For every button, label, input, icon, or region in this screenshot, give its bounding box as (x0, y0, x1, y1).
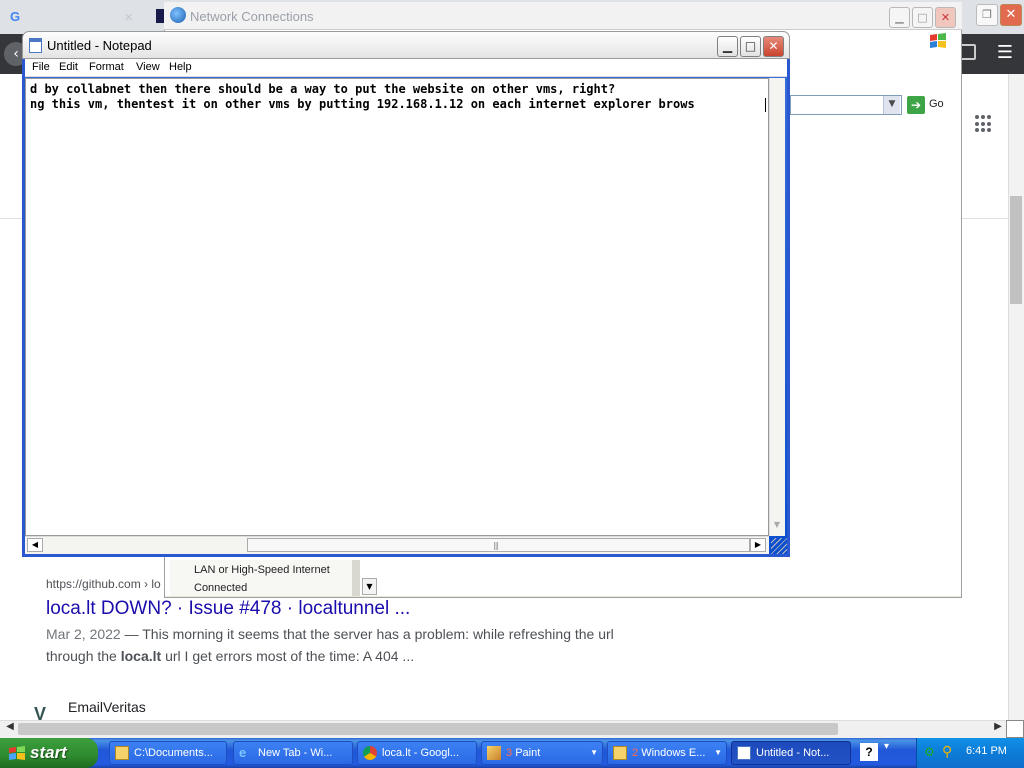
scrollbar-thumb[interactable] (247, 538, 750, 552)
result-title-link[interactable]: loca.lt DOWN? · Issue #478 · localtunnel… (46, 598, 410, 620)
text-line: ng this vm, thentest it on other vms by … (30, 97, 695, 111)
scroll-down-icon[interactable]: ▼ (769, 520, 785, 536)
task-label: Windows E... (641, 747, 706, 759)
text-line: d by collabnet then there should be a wa… (30, 82, 616, 96)
folder-icon (115, 746, 129, 760)
folder-icon (613, 746, 627, 760)
notepad-icon (737, 746, 751, 760)
windows-flag-icon (9, 746, 25, 760)
group-count: 2 (632, 747, 639, 759)
scrollbar-thumb[interactable] (18, 723, 838, 735)
chevron-down-icon: ▼ (590, 748, 598, 757)
resize-grip[interactable] (771, 538, 787, 554)
task-label: C:\Documents... (134, 747, 213, 759)
restore-button[interactable]: ❐ (976, 4, 998, 26)
clock[interactable]: 6:41 PM (966, 745, 1007, 757)
chevron-down-icon[interactable]: ▼ (362, 578, 377, 595)
taskbar-item-paint[interactable]: 3 Paint ▼ (481, 741, 603, 765)
result-snippet: Mar 2, 2022 — This morning it seems that… (46, 626, 646, 642)
window-title: Untitled - Notepad (47, 38, 152, 53)
maximize-button[interactable]: □ (912, 7, 933, 28)
menu-view[interactable]: View (136, 61, 160, 73)
page-vertical-scrollbar[interactable] (1008, 74, 1024, 720)
windows-flag-icon (930, 33, 946, 48)
tab-close-icon[interactable]: ✕ (124, 6, 133, 30)
close-button[interactable]: ✕ (935, 7, 956, 28)
menu-help[interactable]: Help (169, 61, 192, 73)
scrollbar-grip-icon: ||| (493, 541, 499, 550)
task-label: New Tab - Wi... (258, 747, 333, 759)
network-globe-icon (170, 7, 186, 23)
scroll-corner (1006, 720, 1024, 738)
close-button[interactable]: ✕ (763, 36, 784, 57)
search-tray-icon[interactable]: ⚲ (942, 744, 952, 760)
result-url[interactable]: https://github.com › lo (46, 577, 161, 591)
result-date: Mar 2, 2022 (46, 626, 121, 642)
taskbar-item-documents[interactable]: C:\Documents... (109, 741, 227, 765)
dropdown-arrow-icon[interactable]: ▼ (883, 96, 900, 114)
text-caret (765, 98, 766, 112)
taskbar-item-ie[interactable]: e New Tab - Wi... (233, 741, 353, 765)
chrome-icon (363, 746, 377, 760)
window-title: Network Connections (190, 9, 314, 24)
help-icon[interactable]: ? (860, 743, 878, 761)
scrollbar-thumb[interactable] (1010, 196, 1022, 304)
scroll-left-icon[interactable]: ◀ (27, 538, 43, 552)
snippet-bold: loca.lt (120, 648, 162, 664)
go-button[interactable]: Go (929, 98, 944, 110)
task-label: Paint (515, 747, 541, 759)
result-snippet-2: through the loca.lt url I get errors mos… (46, 648, 646, 664)
notepad-icon[interactable] (29, 38, 42, 53)
result-snippet-text: — This morning it seems that the server … (120, 626, 614, 642)
network-tray-icon[interactable]: ⚙ (924, 745, 938, 759)
notepad-vertical-scrollbar[interactable] (769, 78, 785, 536)
close-button[interactable]: ✕ (1000, 4, 1022, 26)
taskbar-item-explorer[interactable]: 2 Windows E... ▼ (607, 741, 727, 765)
snippet-text: url I get errors most of the time: A 404… (161, 648, 415, 664)
maximize-button[interactable]: □ (740, 36, 761, 57)
task-label: loca.lt - Googl... (382, 747, 460, 759)
apps-grid-icon[interactable] (975, 115, 993, 133)
taskbar-item-notepad[interactable]: Untitled - Not... (731, 741, 851, 765)
menu-format[interactable]: Format (89, 61, 124, 73)
next-result-site[interactable]: EmailVeritas (68, 699, 146, 715)
snippet-text: through the (46, 648, 121, 664)
go-arrow-icon[interactable]: ➔ (907, 96, 925, 114)
menu-file[interactable]: File (32, 61, 50, 73)
notepad-text-area[interactable] (25, 78, 769, 536)
lan-category: LAN or High-Speed Internet (194, 564, 330, 576)
menu-edit[interactable]: Edit (59, 61, 78, 73)
chrome-menu-icon[interactable]: ☰ (994, 42, 1016, 64)
scroll-right-icon[interactable]: ▶ (750, 538, 766, 552)
ie-icon: e (239, 745, 247, 760)
minimize-button[interactable]: ▁ (889, 7, 910, 28)
group-count: 3 (506, 747, 513, 759)
minimize-button[interactable]: ▁ (717, 36, 738, 57)
task-label: Untitled - Not... (756, 747, 830, 759)
chrome-tab[interactable]: ✕ (6, 6, 136, 32)
scroll-right-icon[interactable]: ▶ (990, 721, 1006, 732)
extension-icon[interactable] (960, 44, 976, 60)
tray-toggle-icon[interactable]: ▾ (884, 741, 889, 752)
taskbar-item-chrome[interactable]: loca.lt - Googl... (357, 741, 477, 765)
scroll-left-icon[interactable]: ◀ (2, 721, 18, 732)
chevron-down-icon: ▼ (714, 748, 722, 757)
paint-icon (487, 746, 501, 760)
lan-status: Connected (194, 582, 248, 594)
